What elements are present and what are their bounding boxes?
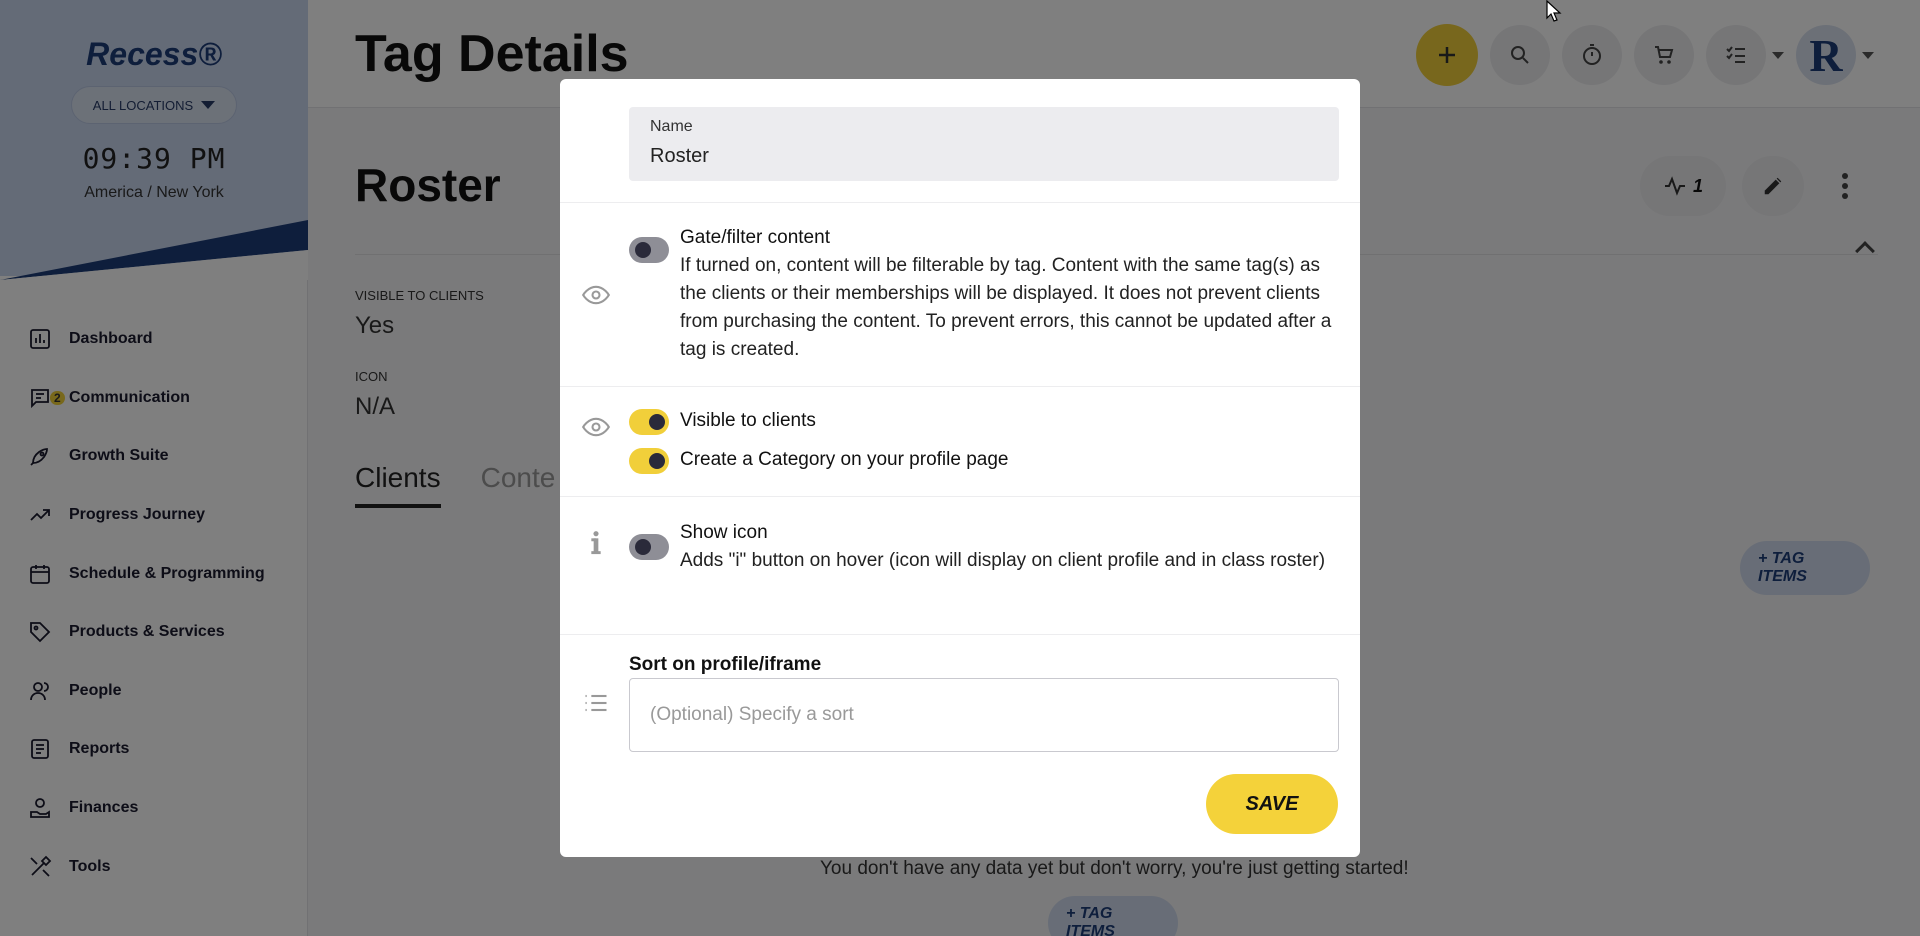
toggle-knob (649, 414, 665, 430)
save-button[interactable]: SAVE (1206, 774, 1338, 834)
eye-icon (582, 285, 610, 305)
create-category-label: Create a Category on your profile page (680, 449, 1009, 470)
sort-label: Sort on profile/iframe (629, 654, 822, 675)
name-section: Name Roster (560, 79, 1360, 203)
show-icon-toggle[interactable] (629, 534, 669, 560)
edit-tag-modal: Name Roster Gate/filter content If turne… (560, 79, 1360, 857)
show-icon-description: Adds "i" button on hover (icon will disp… (680, 550, 1326, 571)
name-field-value[interactable]: Roster (650, 145, 709, 168)
toggle-knob (649, 453, 665, 469)
toggle-knob (635, 242, 651, 258)
visible-to-clients-toggle[interactable] (629, 409, 669, 435)
sort-input[interactable] (629, 678, 1339, 752)
show-icon-title: Show icon (680, 522, 768, 543)
mouse-cursor-icon (1546, 0, 1562, 22)
gate-filter-toggle[interactable] (629, 237, 669, 263)
gate-filter-description: If turned on, content will be filterable… (680, 255, 1332, 360)
info-icon (591, 531, 601, 555)
eye-icon (582, 417, 610, 437)
visibility-section (560, 387, 1360, 497)
list-icon (585, 694, 607, 712)
create-category-toggle[interactable] (629, 448, 669, 474)
name-field-label: Name (650, 118, 693, 135)
toggle-knob (635, 539, 651, 555)
visible-to-clients-label: Visible to clients (680, 410, 816, 431)
name-field[interactable]: Name Roster (629, 107, 1339, 181)
gate-filter-title: Gate/filter content (680, 227, 830, 248)
